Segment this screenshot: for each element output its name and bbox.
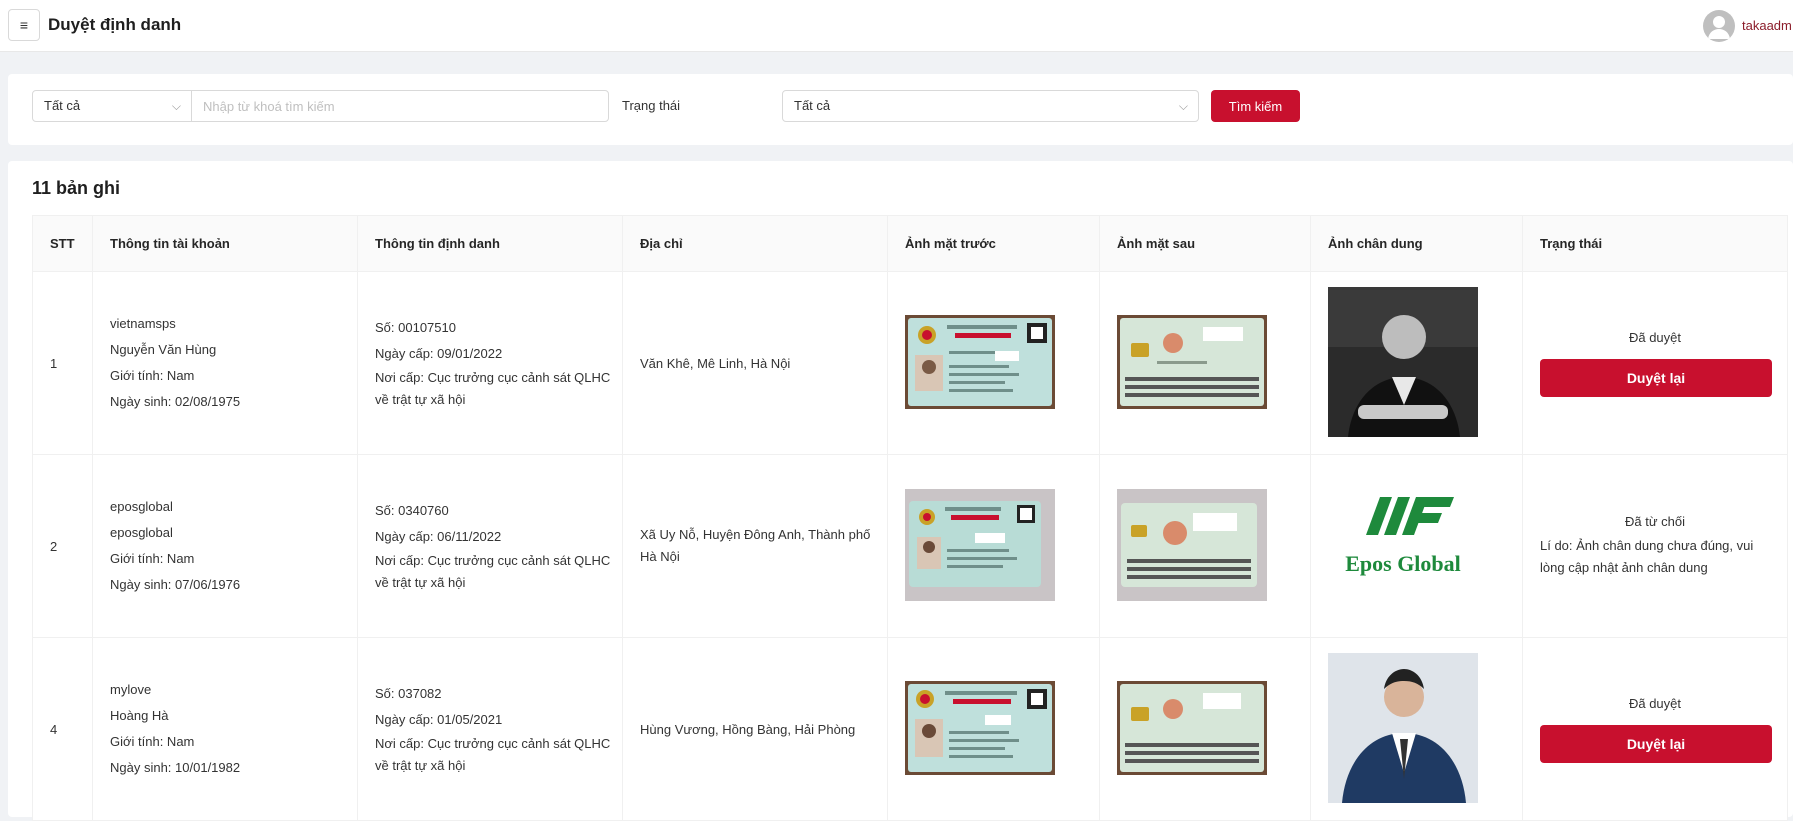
status-select[interactable]: Tất cả ⌵ <box>782 90 1199 122</box>
account-gender: Giới tính: Nam <box>110 368 195 383</box>
records-count: 11 bản ghi <box>32 178 121 198</box>
id-card-back-image[interactable] <box>1117 314 1267 412</box>
status-text: Đã duyệt <box>1628 329 1682 345</box>
account-username: vietnamsps <box>110 316 176 331</box>
identity-place: Nơi cấp: Cục trưởng cục cảnh sát QLHC về… <box>375 736 611 773</box>
account-name: Hoàng Hà <box>110 708 169 723</box>
back-image-cell <box>1099 454 1311 638</box>
table-row: 1 vietnamsps Nguyễn Văn Hùng Giới tính: … <box>32 271 1788 455</box>
identity-info: Số: 0340760 Ngày cấp: 06/11/2022 Nơi cấp… <box>357 454 623 638</box>
account-gender: Giới tính: Nam <box>110 551 195 566</box>
back-image-cell <box>1099 637 1311 821</box>
identity-issued: Ngày cấp: 06/11/2022 <box>375 529 502 544</box>
portrait-photo[interactable] <box>1328 652 1478 806</box>
address: Hùng Vương, Hồng Bàng, Hải Phòng <box>622 637 888 821</box>
col-header-account: Thông tin tài khoản <box>92 215 358 272</box>
epos-global-logo-text: Epos Global <box>1345 551 1461 576</box>
identity-info: Số: 037082 Ngày cấp: 01/05/2021 Nơi cấp:… <box>357 637 623 821</box>
col-header-status: Trạng thái <box>1522 215 1788 272</box>
account-gender: Giới tính: Nam <box>110 734 195 749</box>
identity-place: Nơi cấp: Cục trưởng cục cảnh sát QLHC về… <box>375 553 611 590</box>
col-header-portrait: Ảnh chân dung <box>1310 215 1523 272</box>
col-header-stt: STT <box>32 215 93 272</box>
review-again-button[interactable]: Duyệt lại <box>1540 358 1772 397</box>
portrait-cell: Epos Global <box>1310 454 1523 638</box>
status-cell: Đã duyệt Duyệt lại <box>1522 637 1788 821</box>
user-avatar-icon[interactable] <box>1703 10 1735 42</box>
col-header-identity: Thông tin định danh <box>357 215 623 272</box>
table-header-row: STT Thông tin tài khoản Thông tin định d… <box>32 215 1788 272</box>
front-image-cell <box>887 271 1100 455</box>
search-button[interactable]: Tìm kiếm <box>1211 90 1300 122</box>
type-select[interactable]: Tất cả ⌵ <box>32 90 192 122</box>
back-image-cell <box>1099 271 1311 455</box>
hamburger-menu-icon[interactable]: ≡ <box>8 9 40 41</box>
account-username: mylove <box>110 682 152 697</box>
front-image-cell <box>887 454 1100 638</box>
identity-number: Số: 0340760 <box>375 503 449 518</box>
username[interactable]: takaadm <box>1742 18 1792 33</box>
id-card-front-image[interactable] <box>905 488 1055 604</box>
portrait-photo[interactable] <box>1328 286 1478 440</box>
status-select-value: Tất cả <box>794 98 831 113</box>
review-again-button[interactable]: Duyệt lại <box>1540 724 1772 763</box>
identity-info: Số: 00107510 Ngày cấp: 09/01/2022 Nơi cấ… <box>357 271 623 455</box>
account-info: mylove Hoàng Hà Giới tính: Nam Ngày sinh… <box>92 637 358 821</box>
id-card-back-image[interactable] <box>1117 680 1267 778</box>
account-info: eposglobal eposglobal Giới tính: Nam Ngà… <box>92 454 358 638</box>
account-dob: Ngày sinh: 02/08/1975 <box>110 394 241 409</box>
address-text: Xã Uy Nỗ, Huyện Đông Anh, Thành phố Hà N… <box>640 527 871 564</box>
identity-number: Số: 00107510 <box>375 320 456 335</box>
account-dob: Ngày sinh: 07/06/1976 <box>110 577 241 592</box>
identity-number: Số: 037082 <box>375 686 442 701</box>
page-title: Duyệt định danh <box>48 15 182 34</box>
identity-issued: Ngày cấp: 09/01/2022 <box>375 346 503 361</box>
front-image-cell <box>887 637 1100 821</box>
top-bar: ≡ Duyệt định danh takaadm <box>0 0 1793 52</box>
row-stt: 2 <box>32 454 93 638</box>
address: Xã Uy Nỗ, Huyện Đông Anh, Thành phố Hà N… <box>622 454 888 638</box>
search-input[interactable] <box>191 90 609 122</box>
identity-table: STT Thông tin tài khoản Thông tin định d… <box>32 215 1788 821</box>
col-header-address: Địa chỉ <box>622 215 888 272</box>
status-label: Trạng thái <box>622 98 681 113</box>
status-cell: Đã từ chối Lí do: Ảnh chân dung chưa đún… <box>1522 454 1788 638</box>
col-header-back: Ảnh mặt sau <box>1099 215 1311 272</box>
status-text: Đã duyệt <box>1628 695 1682 711</box>
account-name: Nguyễn Văn Hùng <box>110 342 217 357</box>
account-name: eposglobal <box>110 525 173 540</box>
portrait-cell <box>1310 271 1523 455</box>
identity-place: Nơi cấp: Cục trưởng cục cảnh sát QLHC về… <box>375 370 611 407</box>
id-card-back-image[interactable] <box>1117 488 1267 604</box>
col-header-front: Ảnh mặt trước <box>887 215 1100 272</box>
status-cell: Đã duyệt Duyệt lại <box>1522 271 1788 455</box>
address: Văn Khê, Mê Linh, Hà Nội <box>622 271 888 455</box>
id-card-front-image[interactable] <box>905 680 1055 778</box>
account-dob: Ngày sinh: 10/01/1982 <box>110 760 241 775</box>
portrait-cell <box>1310 637 1523 821</box>
status-text: Đã từ chối <box>1624 513 1685 529</box>
reject-reason: Lí do: Ảnh chân dung chưa đúng, vui lòng… <box>1540 537 1754 575</box>
id-card-front-image[interactable] <box>905 314 1055 412</box>
account-username: eposglobal <box>110 499 173 514</box>
account-info: vietnamsps Nguyễn Văn Hùng Giới tính: Na… <box>92 271 358 455</box>
type-select-value: Tất cả <box>44 98 81 113</box>
chevron-down-icon: ⌵ <box>1178 99 1188 113</box>
row-stt: 4 <box>32 637 93 821</box>
epos-global-logo[interactable]: Epos Global <box>1328 484 1478 608</box>
table-row: 2 eposglobal eposglobal Giới tính: Nam N… <box>32 454 1788 638</box>
identity-issued: Ngày cấp: 01/05/2021 <box>375 712 503 727</box>
row-stt: 1 <box>32 271 93 455</box>
chevron-down-icon: ⌵ <box>171 99 181 113</box>
table-row: 4 mylove Hoàng Hà Giới tính: Nam Ngày si… <box>32 637 1788 821</box>
